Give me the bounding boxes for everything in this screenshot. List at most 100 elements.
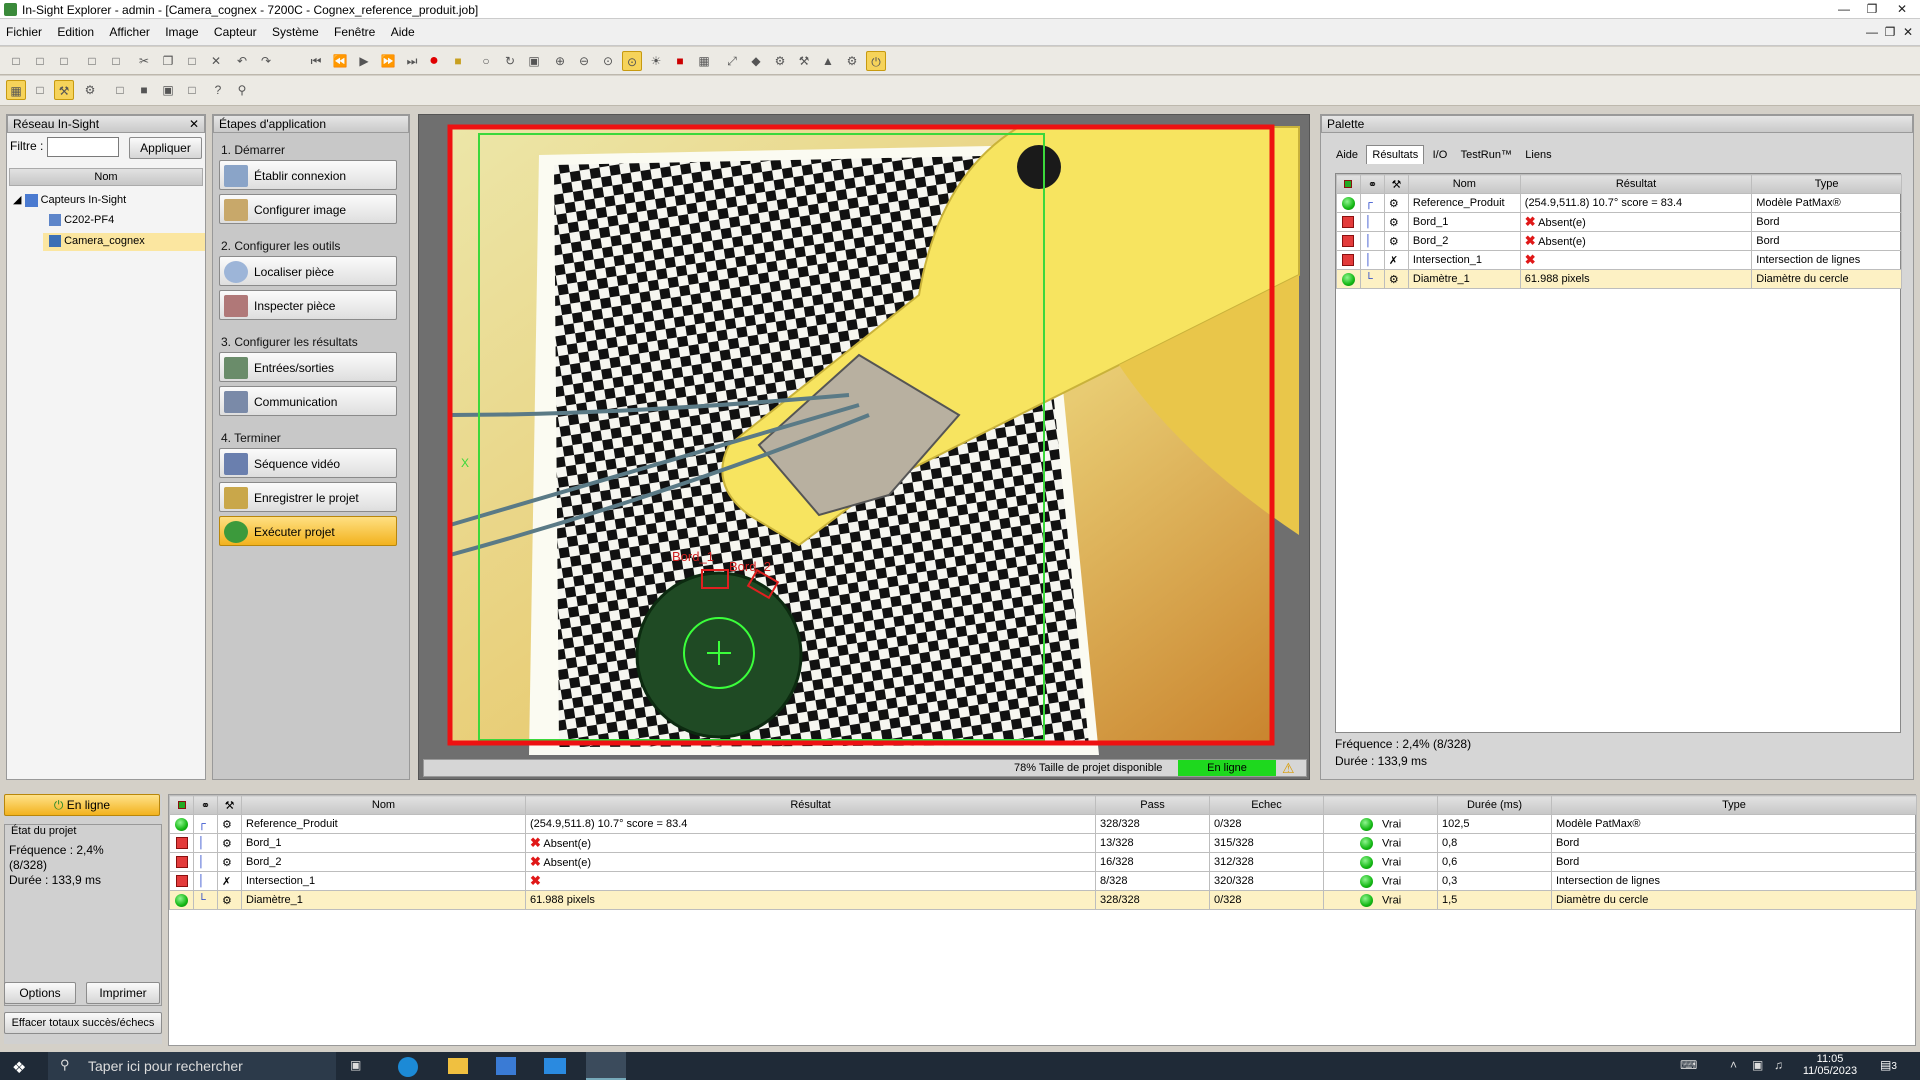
network-tray-icon[interactable]: ▣	[1752, 1058, 1763, 1072]
table-row[interactable]: │ ⚙ Bord_1 ✖ Absent(e) Bord	[1336, 212, 1902, 232]
settings-icon[interactable]: ⚙	[770, 51, 790, 71]
last-frame-icon[interactable]: ⏭	[402, 51, 422, 71]
new-file-icon[interactable]: □	[6, 51, 26, 71]
redo-icon[interactable]: ↷	[256, 51, 276, 71]
open-job-icon[interactable]: □	[30, 80, 50, 100]
task-view-icon[interactable]: ▣	[350, 1058, 361, 1072]
circle-tool-icon[interactable]: ○	[476, 51, 496, 71]
next-frame-icon[interactable]: ⏩	[378, 51, 398, 71]
menu-fenetre[interactable]: Fenêtre	[328, 19, 381, 39]
mail-icon[interactable]	[544, 1058, 566, 1074]
camera-icon[interactable]: ▣	[524, 51, 544, 71]
calibrate-icon[interactable]: ◆	[746, 51, 766, 71]
connect-button[interactable]: Établir connexion	[219, 160, 397, 190]
tray-arrow-icon[interactable]: ˄	[1730, 1058, 1737, 1072]
folder-icon[interactable]: ■	[448, 51, 468, 71]
taskbar-search[interactable]: ⚲ Taper ici pour rechercher	[48, 1052, 336, 1080]
file-explorer-icon[interactable]	[448, 1058, 468, 1074]
sensor-icon[interactable]: ⚙	[842, 51, 862, 71]
tab-io[interactable]: I/O	[1428, 145, 1453, 165]
record-icon[interactable]: ●	[424, 51, 444, 71]
search-icon[interactable]: ⚲	[232, 80, 252, 100]
expand-icon[interactable]: ⤢	[722, 51, 742, 71]
open-file-icon[interactable]: □	[30, 51, 50, 71]
run-project-button[interactable]: Exécuter projet	[219, 516, 397, 546]
menu-edition[interactable]: Edition	[51, 19, 100, 39]
table-row[interactable]: │ ✗ Intersection_1 ✖ 8/328 320/328 Vrai 0,3 In…	[169, 871, 1917, 891]
print-button[interactable]: Imprimer	[86, 982, 160, 1004]
prev-frame-icon[interactable]: ⏪	[330, 51, 350, 71]
menu-afficher[interactable]: Afficher	[103, 19, 155, 39]
print-icon[interactable]: □	[82, 51, 102, 71]
options-button[interactable]: Options	[4, 982, 76, 1004]
volume-icon[interactable]: ♫	[1774, 1058, 1783, 1072]
filter-input[interactable]	[47, 137, 119, 157]
menu-systeme[interactable]: Système	[266, 19, 325, 39]
table-row[interactable]: │ ⚙ Bord_2 ✖ Absent(e) 16/328 312/328 Vrai 0,6…	[169, 852, 1917, 872]
filmstrip-icon[interactable]: ▣	[158, 80, 178, 100]
play-icon[interactable]: ▶	[354, 51, 374, 71]
tab-resultats[interactable]: Résultats	[1366, 145, 1425, 164]
communication-button[interactable]: Communication	[219, 386, 397, 416]
zoom-out-icon[interactable]: ⊖	[574, 51, 594, 71]
save-icon[interactable]: □	[54, 51, 74, 71]
expand-icon[interactable]: ◢	[13, 194, 21, 206]
close-icon[interactable]: ✕	[189, 116, 199, 132]
preview-icon[interactable]: □	[106, 51, 126, 71]
zoom-select-icon[interactable]: ⊙	[622, 51, 642, 71]
menu-fichier[interactable]: Fichier	[0, 19, 48, 39]
close-button[interactable]: ✕	[1888, 0, 1916, 19]
paste-icon[interactable]: □	[182, 51, 202, 71]
menu-image[interactable]: Image	[159, 19, 204, 39]
windows-start-icon[interactable]: ❖	[12, 1058, 26, 1078]
tab-testrun[interactable]: TestRun™	[1456, 145, 1517, 165]
image-view[interactable]: Bord_1 Bord_2 X	[419, 115, 1309, 755]
clear-totals-button[interactable]: Effacer totaux succès/échecs	[4, 1012, 162, 1034]
tools-icon[interactable]: ⚒	[54, 80, 74, 100]
delete-icon[interactable]: ✕	[206, 51, 226, 71]
tab-aide[interactable]: Aide	[1331, 145, 1363, 165]
table-row[interactable]: └ ⚙ Diamètre_1 61.988 pixels Diamètre du cer…	[1336, 269, 1902, 289]
network-icon[interactable]: ⚙	[80, 80, 100, 100]
tree-item-camera[interactable]: Camera_cognex	[43, 233, 205, 251]
restore-button[interactable]: ❐	[1858, 0, 1886, 19]
configure-image-button[interactable]: Configurer image	[219, 194, 397, 224]
help-icon[interactable]: ?	[208, 80, 228, 100]
export-icon[interactable]: ▲	[818, 51, 838, 71]
menu-capteur[interactable]: Capteur	[208, 19, 263, 39]
table-row[interactable]: └ ⚙ Diamètre_1 61.988 pixels 328/328 0/328 Vr…	[169, 890, 1917, 910]
video-sequence-button[interactable]: Séquence vidéo	[219, 448, 397, 478]
table-row[interactable]: │ ⚙ Bord_1 ✖ Absent(e) 13/328 315/328 Vrai 0,8…	[169, 833, 1917, 853]
easybuilder-icon[interactable]: ▦	[6, 80, 26, 100]
edge-browser-icon[interactable]	[398, 1057, 418, 1077]
store-icon[interactable]	[496, 1057, 516, 1075]
inspect-part-button[interactable]: Inspecter pièce	[219, 290, 397, 320]
graphics-icon[interactable]: ■	[670, 51, 690, 71]
io-icon[interactable]: ■	[134, 80, 154, 100]
tree-root[interactable]: ◢ Capteurs In-Sight	[13, 193, 126, 207]
clock[interactable]: 11:05 11/05/2023	[1800, 1053, 1860, 1077]
tree-item-c202[interactable]: C202-PF4	[49, 214, 114, 227]
minimize-button[interactable]: —	[1830, 0, 1858, 19]
notifications-icon[interactable]: ▤3	[1880, 1058, 1897, 1072]
copy-icon[interactable]: ❐	[158, 51, 178, 71]
tab-liens[interactable]: Liens	[1520, 145, 1556, 165]
apply-button[interactable]: Appliquer	[129, 137, 202, 159]
keyboard-icon[interactable]: ⌨	[1680, 1058, 1697, 1072]
brightness-icon[interactable]: ☀	[646, 51, 666, 71]
menu-aide[interactable]: Aide	[385, 19, 421, 39]
save-project-button[interactable]: Enregistrer le projet	[219, 482, 397, 512]
terminal-icon[interactable]: □	[182, 80, 202, 100]
online-button[interactable]: ⏻ En ligne	[4, 794, 160, 816]
zoom-in-icon[interactable]: ⊕	[550, 51, 570, 71]
cut-icon[interactable]: ✂	[134, 51, 154, 71]
table-row[interactable]: │ ⚙ Bord_2 ✖ Absent(e) Bord	[1336, 231, 1902, 251]
table-row[interactable]: ┌ ⚙ Reference_Produit (254.9,511.8) 10.7° s…	[169, 814, 1917, 834]
insight-taskbar-icon[interactable]	[586, 1052, 626, 1080]
table-row[interactable]: ┌ ⚙ Reference_Produit (254.9,511.8) 10.7° s…	[1336, 193, 1902, 213]
locate-part-button[interactable]: Localiser pièce	[219, 256, 397, 286]
inputs-outputs-button[interactable]: Entrées/sorties	[219, 352, 397, 382]
sheet-icon[interactable]: □	[110, 80, 130, 100]
mdi-close-button[interactable]: ✕	[1894, 23, 1920, 41]
online-toggle-icon[interactable]: ⏻	[866, 51, 886, 71]
